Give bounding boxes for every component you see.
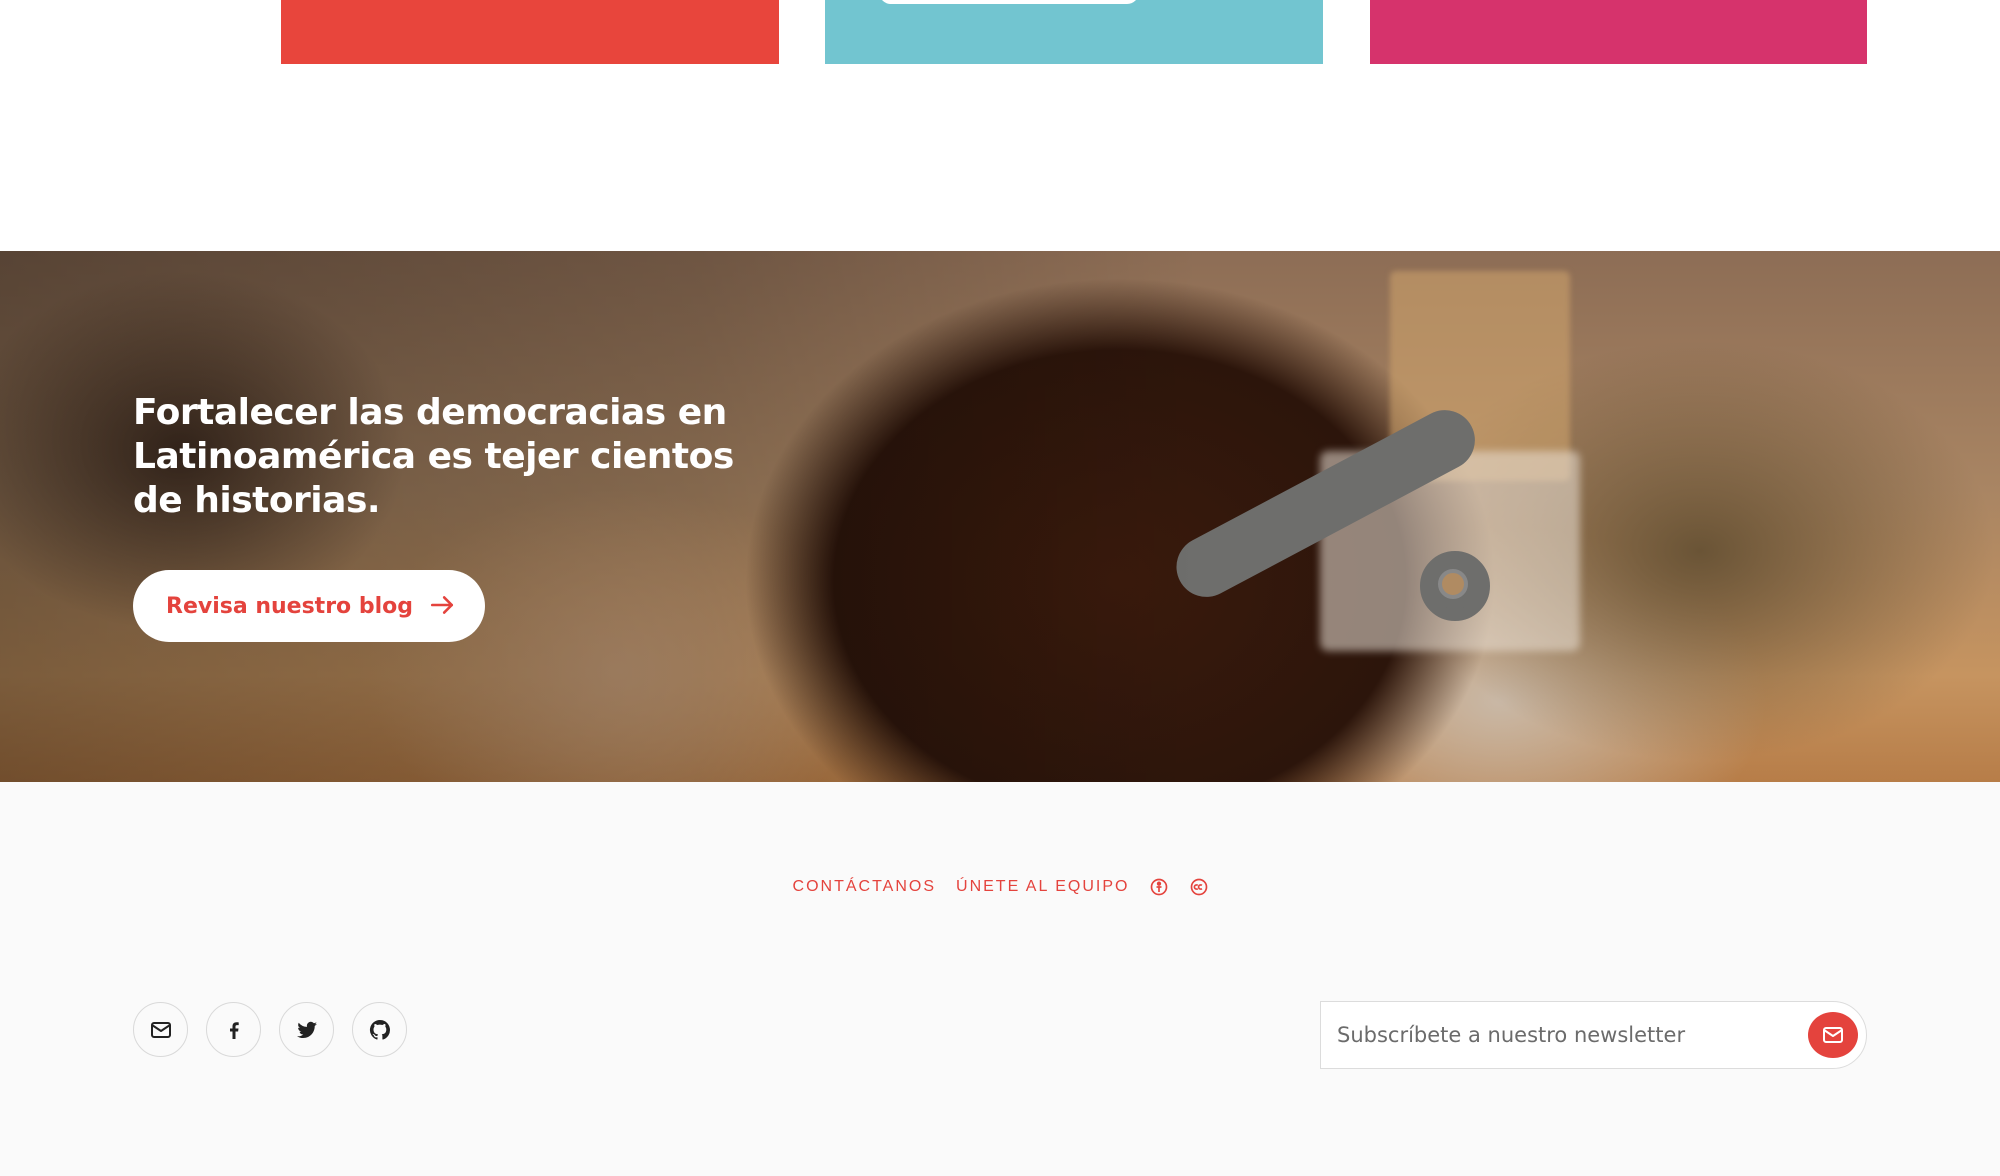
mail-icon — [1823, 1027, 1843, 1043]
hero-headline: Fortalecer las democracias en Latinoamér… — [133, 392, 734, 521]
github-icon — [369, 1019, 390, 1040]
site-footer: CONTÁCTANOS ÚNETE AL EQUIPO — [0, 782, 2000, 1176]
newsletter-email-input[interactable] — [1321, 1002, 1801, 1068]
contact-link[interactable]: CONTÁCTANOS — [793, 878, 936, 896]
mail-icon — [150, 1021, 171, 1038]
color-cards-row — [0, 0, 2000, 251]
card-pink[interactable] — [1370, 0, 1867, 64]
newsletter-form — [1320, 1001, 1867, 1069]
blog-button[interactable]: Revisa nuestro blog — [133, 570, 485, 642]
card-button[interactable] — [879, 0, 1139, 4]
arrow-right-icon — [430, 596, 454, 614]
open-source-icon[interactable] — [1149, 877, 1169, 897]
github-social-button[interactable] — [352, 1002, 407, 1057]
twitter-icon — [296, 1021, 317, 1038]
email-social-button[interactable] — [133, 1002, 188, 1057]
hero-banner: Fortalecer las democracias en Latinoamér… — [0, 251, 2000, 782]
social-links — [133, 1002, 407, 1057]
card-teal[interactable] — [825, 0, 1323, 64]
join-team-link[interactable]: ÚNETE AL EQUIPO — [956, 878, 1129, 896]
blog-button-label: Revisa nuestro blog — [166, 593, 413, 619]
newsletter-submit-button[interactable] — [1808, 1012, 1858, 1058]
creative-commons-icon[interactable] — [1189, 877, 1209, 897]
twitter-social-button[interactable] — [279, 1002, 334, 1057]
facebook-social-button[interactable] — [206, 1002, 261, 1057]
footer-nav: CONTÁCTANOS ÚNETE AL EQUIPO — [0, 877, 2000, 897]
card-red[interactable] — [281, 0, 779, 64]
facebook-icon — [229, 1021, 239, 1039]
